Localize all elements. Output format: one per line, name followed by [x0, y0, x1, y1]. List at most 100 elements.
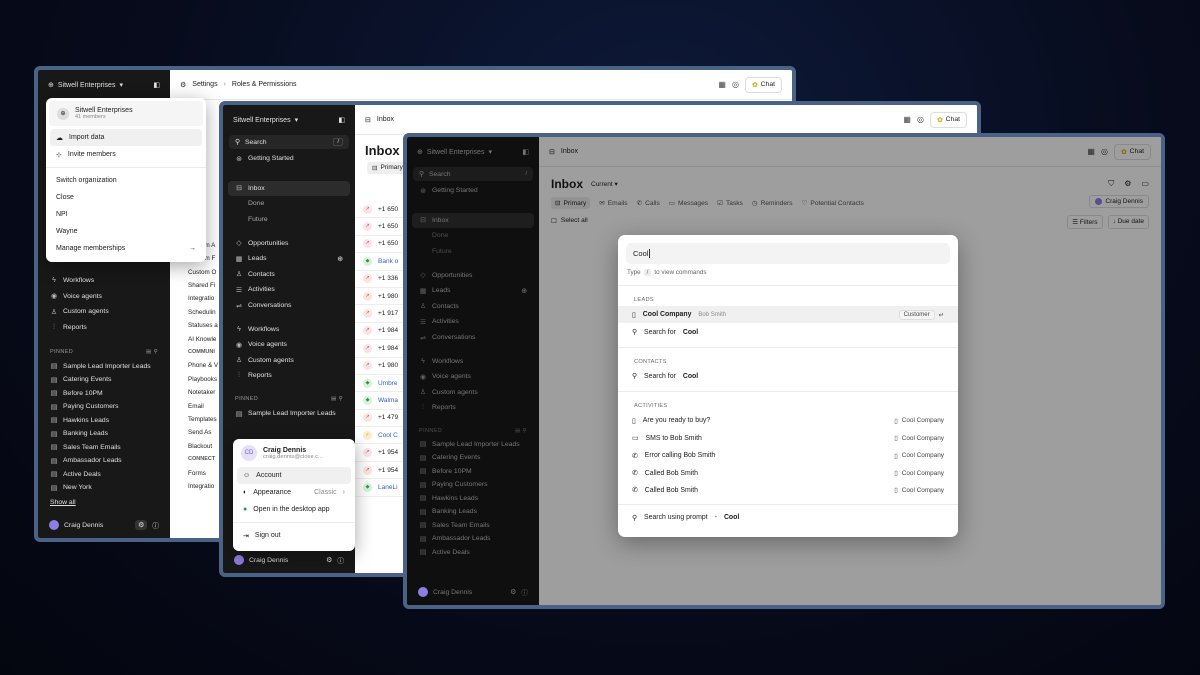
- nav-item[interactable]: ♙ Contacts: [223, 267, 355, 283]
- manage-memberships-item[interactable]: Manage memberships →: [46, 240, 206, 257]
- search-contacts-row[interactable]: ⚲ Search for Cool: [618, 368, 958, 385]
- nav-done[interactable]: Done: [407, 228, 539, 244]
- sign-out-item[interactable]: ⇥ Sign out: [233, 527, 355, 544]
- search-box[interactable]: ⚲ Search /: [413, 167, 533, 181]
- pinned-item[interactable]: ▤ Hawkins Leads: [38, 413, 170, 427]
- pinned-item[interactable]: ▤ Sample Lead Importer Leads: [223, 406, 355, 422]
- pinned-item[interactable]: ▤ Paying Customers: [407, 478, 539, 492]
- pinned-item[interactable]: ▤ Active Deals: [407, 546, 539, 560]
- org-item-npi[interactable]: NPI: [46, 206, 206, 223]
- show-all-link[interactable]: Show all: [38, 494, 170, 510]
- sidebar-toggle-icon[interactable]: ◧: [338, 116, 345, 124]
- pinned-item[interactable]: ▤ Sales Team Emails: [407, 519, 539, 533]
- activity-result[interactable]: ▭ SMS to Bob Smith ▯ Cool Company: [618, 430, 958, 447]
- help-icon[interactable]: ⓘ: [521, 587, 528, 597]
- org-item-close[interactable]: Close: [46, 189, 206, 206]
- pinned-item[interactable]: ▤ Hawkins Leads: [407, 492, 539, 506]
- headset-icon[interactable]: ◎: [917, 115, 924, 124]
- pinned-item[interactable]: ▤ Catering Events: [407, 451, 539, 465]
- nav-item[interactable]: ☰ Activities: [407, 314, 539, 330]
- nav-item[interactable]: ▦ Leads ⊕: [223, 251, 355, 267]
- nav-future[interactable]: Future: [223, 212, 355, 228]
- sidebar-toggle-icon[interactable]: ◧: [522, 148, 529, 156]
- nav-item[interactable]: ◉ Voice agents: [223, 337, 355, 353]
- org-switcher[interactable]: Sitwell Enterprises ▾ ◧: [223, 105, 355, 135]
- tab-primary[interactable]: ⊟ Primary: [367, 162, 408, 174]
- gear-icon[interactable]: ⚙: [326, 556, 332, 564]
- nav-item[interactable]: ♙ Contacts: [407, 299, 539, 315]
- pinned-item[interactable]: ▤ Banking Leads: [38, 427, 170, 441]
- nav-reports[interactable]: ⫶ Reports: [38, 320, 170, 336]
- breadcrumb-settings[interactable]: Settings: [192, 81, 217, 88]
- pinned-item[interactable]: ▤ Sample Lead Importer Leads: [407, 438, 539, 452]
- pinned-item[interactable]: ▤ Before 10PM: [407, 465, 539, 479]
- nav-item[interactable]: ⇌ Conversations: [407, 330, 539, 346]
- nav-item[interactable]: ◇ Opportunities: [407, 267, 539, 283]
- pinned-item[interactable]: ▤ Active Deals: [38, 467, 170, 481]
- pinned-actions-icon[interactable]: ▤ ⚲: [331, 396, 343, 402]
- nav-item[interactable]: ◉ Voice agents: [407, 369, 539, 385]
- activity-result[interactable]: ▯ Are you ready to buy? ▯ Cool Company: [618, 412, 958, 429]
- invite-members-item[interactable]: ⊹ Invite members: [46, 146, 206, 163]
- nav-workflows[interactable]: ϟ Workflows: [38, 273, 170, 289]
- nav-voice-agents[interactable]: ◉ Voice agents: [38, 289, 170, 305]
- appearance-item[interactable]: ◐ Appearance Classic ›: [233, 484, 355, 501]
- pinned-item[interactable]: ▤ Before 10PM: [38, 386, 170, 400]
- pinned-item[interactable]: ▤ Sales Team Emails: [38, 440, 170, 454]
- pinned-item[interactable]: ▤ Ambassador Leads: [38, 454, 170, 468]
- import-data-item[interactable]: ☁ Import data: [50, 129, 202, 146]
- nav-item[interactable]: ♙ Custom agents: [223, 353, 355, 369]
- pinned-item[interactable]: ▤ Paying Customers: [38, 400, 170, 414]
- nav-item[interactable]: ◇ Opportunities: [223, 235, 355, 251]
- sidebar-toggle-icon[interactable]: ◧: [153, 81, 160, 89]
- org-switcher[interactable]: ⊕ Sitwell Enterprises ▾ ◧: [407, 137, 539, 167]
- gear-icon[interactable]: ⚙: [135, 520, 148, 530]
- nav-getting-started[interactable]: ⊛ Getting Started: [223, 151, 355, 167]
- nav-getting-started[interactable]: ⊛ Getting Started: [407, 183, 539, 199]
- nav-done[interactable]: Done: [223, 196, 355, 212]
- pinned-item[interactable]: ▤ Catering Events: [38, 373, 170, 387]
- help-icon[interactable]: ⓘ: [152, 520, 159, 530]
- nav-item[interactable]: ⫶ Reports: [407, 400, 539, 416]
- nav-item[interactable]: ⫶ Reports: [223, 368, 355, 384]
- org-switcher[interactable]: ⊕ Sitwell Enterprises ▾ ◧: [38, 70, 170, 100]
- gear-icon[interactable]: ⚙: [510, 588, 516, 596]
- add-icon[interactable]: ⊕: [521, 287, 527, 295]
- pinned-item[interactable]: ▤ New York: [38, 481, 170, 495]
- nav-inbox[interactable]: ⊟ Inbox: [412, 212, 534, 229]
- nav-item[interactable]: ϟ Workflows: [407, 353, 539, 369]
- palette-search-input[interactable]: Cool: [626, 243, 950, 264]
- search-leads-row[interactable]: ⚲ Search for Cool: [618, 323, 958, 340]
- nav-item[interactable]: ♙ Custom agents: [407, 385, 539, 401]
- account-item[interactable]: ☺ Account: [237, 467, 351, 484]
- nav-item[interactable]: ϟ Workflows: [223, 321, 355, 337]
- user-footer[interactable]: Craig Dennis ⚙ ⓘ: [407, 579, 539, 605]
- activity-result[interactable]: ✆ Called Bob Smith ▯ Cool Company: [618, 464, 958, 481]
- add-icon[interactable]: ⊕: [337, 255, 343, 263]
- pinned-item[interactable]: ▤ Ambassador Leads: [407, 532, 539, 546]
- nav-custom-agents[interactable]: ♙ Custom agents: [38, 304, 170, 320]
- nav-future[interactable]: Future: [407, 244, 539, 260]
- calendar-icon[interactable]: ▦: [903, 115, 911, 124]
- pinned-item[interactable]: ▤ Banking Leads: [407, 505, 539, 519]
- desktop-app-item[interactable]: ● Open in the desktop app: [233, 501, 355, 518]
- nav-inbox[interactable]: ⊟ Inbox: [228, 180, 350, 197]
- nav-item[interactable]: ⇌ Conversations: [223, 298, 355, 314]
- help-icon[interactable]: ⓘ: [337, 555, 344, 565]
- calendar-icon[interactable]: ▦: [718, 80, 726, 89]
- nav-item[interactable]: ▦ Leads ⊕: [407, 283, 539, 299]
- search-box[interactable]: ⚲ Search /: [229, 135, 349, 149]
- pinned-actions-icon[interactable]: ▤ ⚲: [146, 349, 158, 355]
- prompt-search-row[interactable]: ⚲ Search using prompt - Cool: [618, 509, 958, 526]
- user-footer[interactable]: Craig Dennis ⚙ ⓘ: [38, 512, 170, 538]
- activity-result[interactable]: ✆ Error calling Bob Smith ▯ Cool Company: [618, 447, 958, 464]
- chat-button[interactable]: ✿ Chat: [929, 111, 967, 128]
- pinned-actions-icon[interactable]: ▤ ⚲: [515, 428, 527, 434]
- org-item-wayne[interactable]: Wayne: [46, 223, 206, 240]
- headset-icon[interactable]: ◎: [732, 80, 739, 89]
- lead-result[interactable]: ▯ Cool Company Bob Smith Customer ↵: [618, 306, 958, 324]
- activity-result[interactable]: ✆ Called Bob Smith ▯ Cool Company: [618, 482, 958, 499]
- nav-item[interactable]: ☰ Activities: [223, 282, 355, 298]
- pinned-item[interactable]: ▤ Sample Lead Importer Leads: [38, 359, 170, 373]
- chat-button[interactable]: ✿ Chat: [744, 76, 782, 93]
